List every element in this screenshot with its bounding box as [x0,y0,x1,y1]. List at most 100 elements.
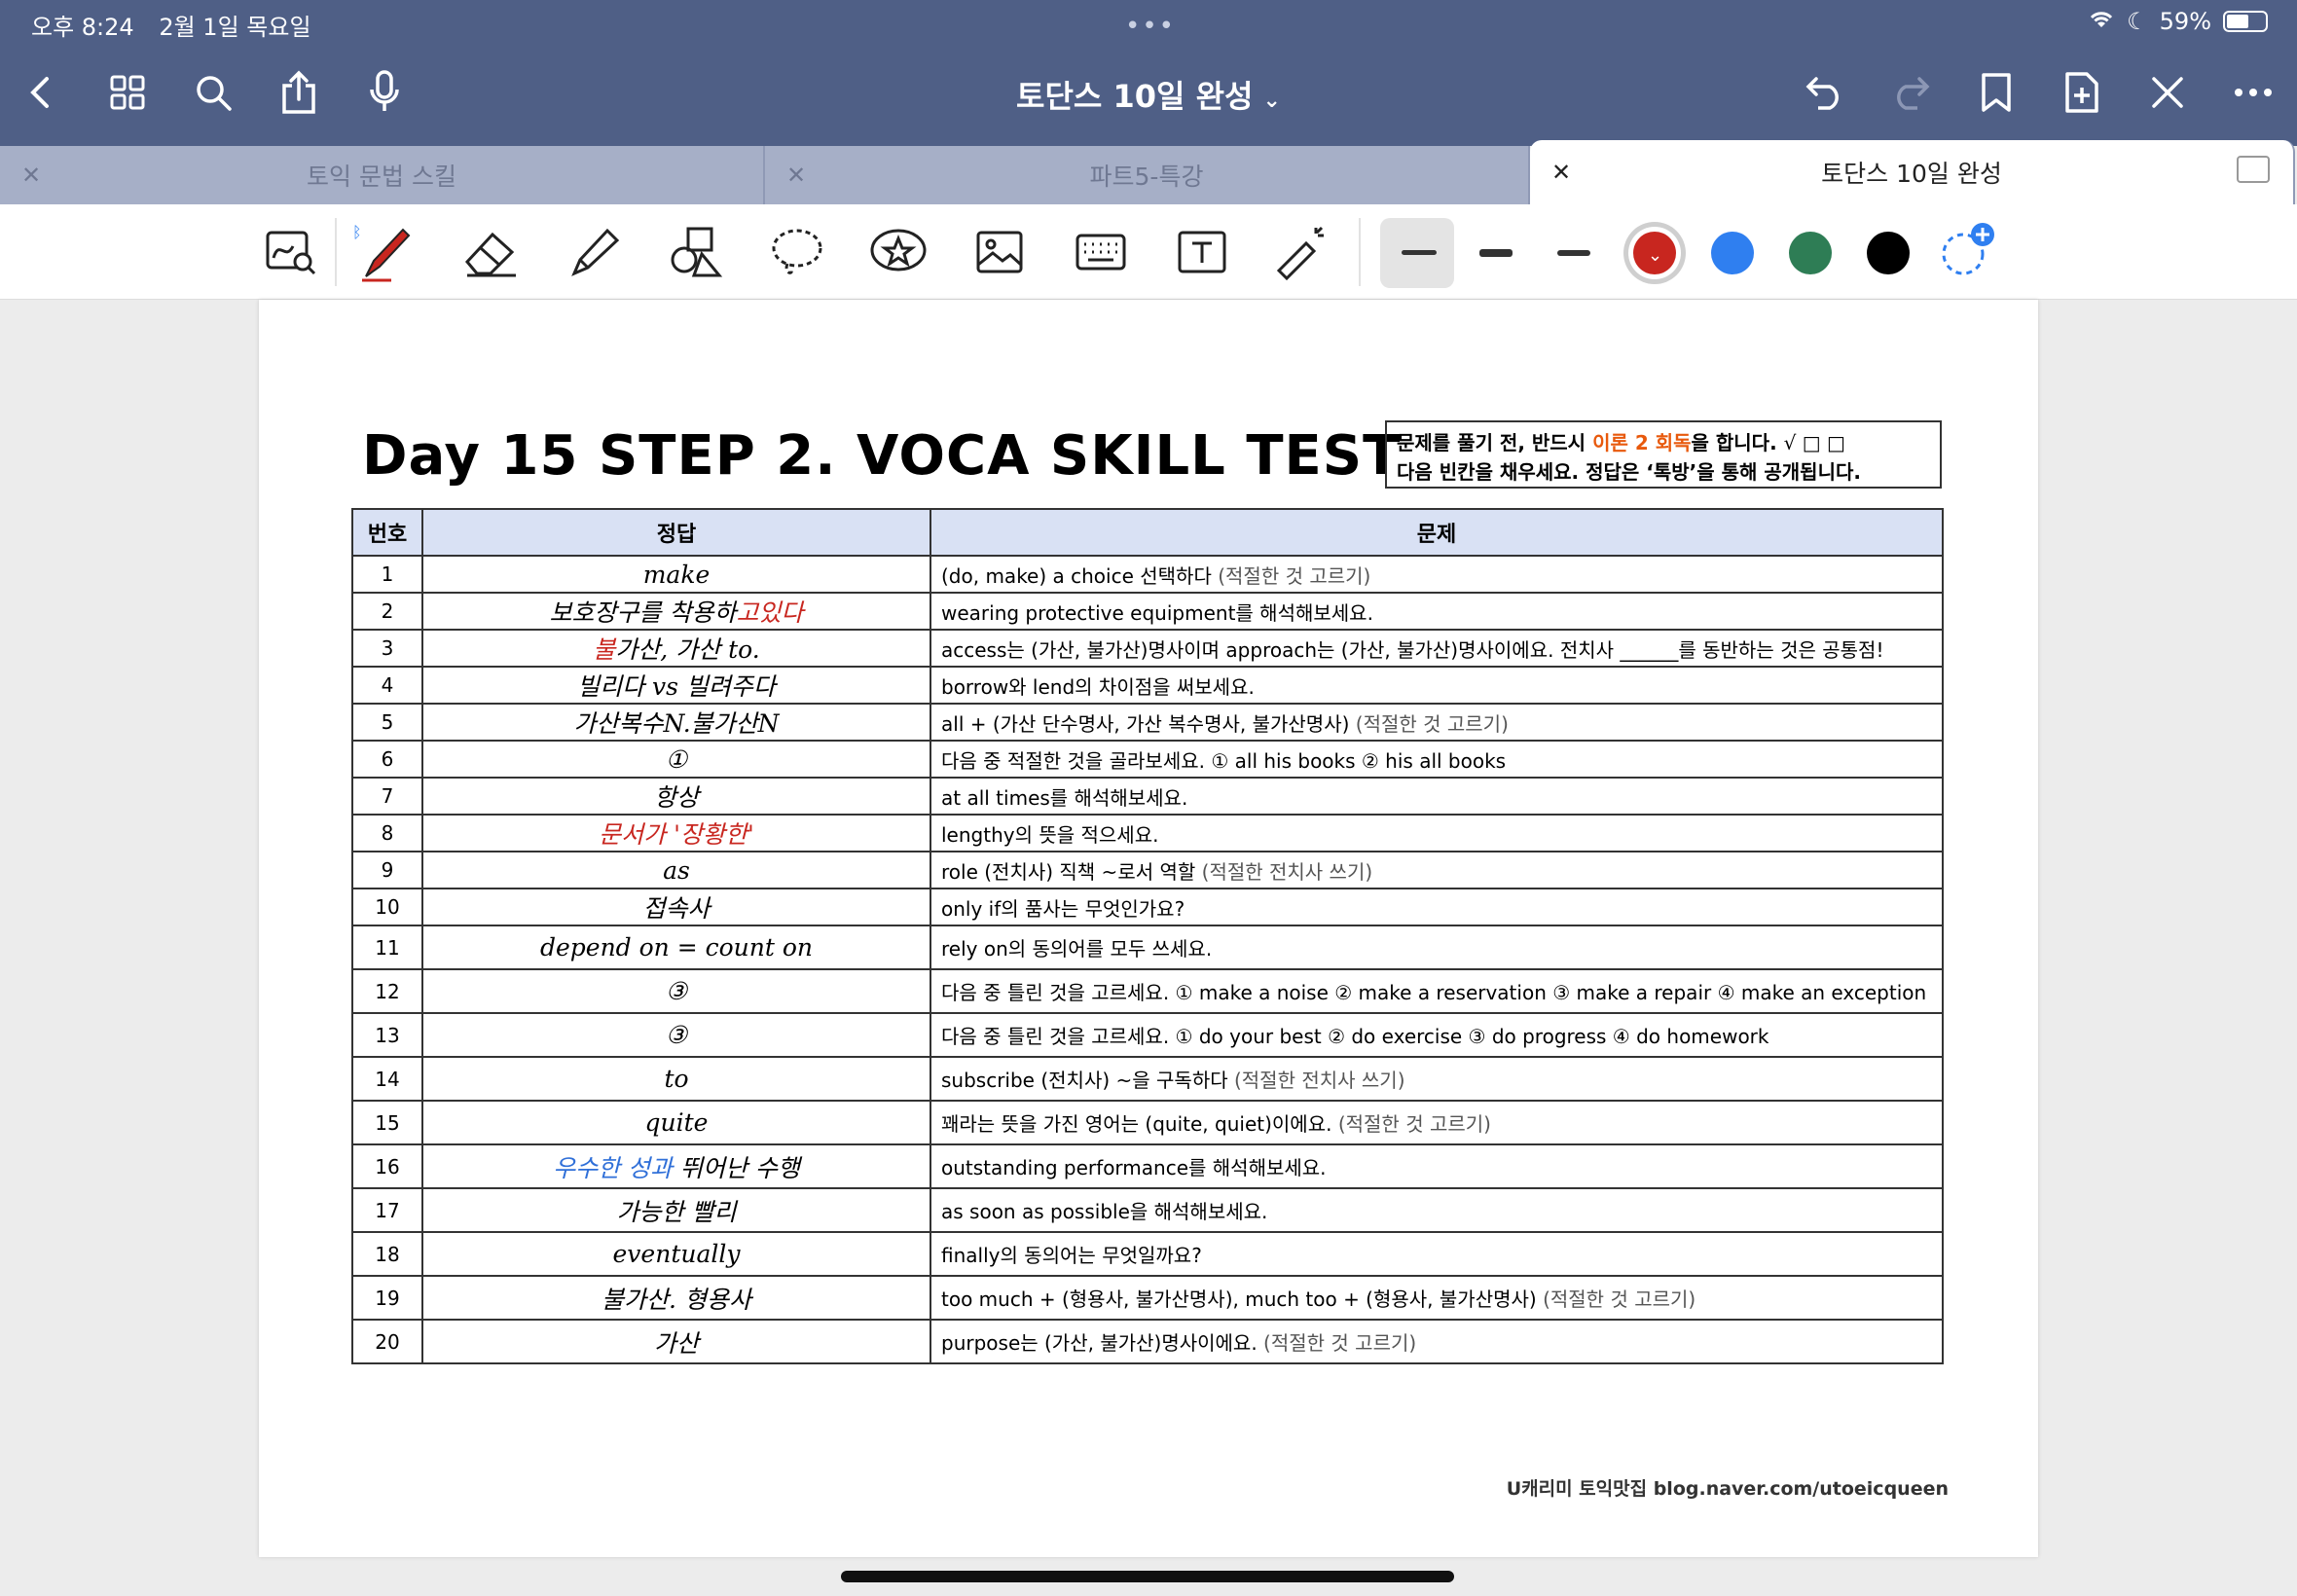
tab-toeic-grammar[interactable]: ✕ 토익 문법 스킬 [0,146,765,204]
zoom-window-icon[interactable] [261,222,321,282]
text-box-icon[interactable] [1172,222,1232,282]
stroke-size-medium[interactable] [1479,249,1513,257]
color-black[interactable] [1867,232,1910,274]
highlighter-icon[interactable] [565,222,625,282]
handwritten-answer: 항상 [421,777,931,816]
question-text: borrow와 lend의 차이점을 써보세요. [941,674,1255,699]
handwritten-answer: 가산 [421,1319,931,1364]
table-row: 10 접속사 only if의 품사는 무엇인가요? [351,888,1944,926]
table-row: 18 eventually finally의 동의어는 무엇일까요? [351,1231,1944,1277]
table-row: 12 ③ 다음 중 틀린 것을 고르세요. ① make a noise ② mak… [351,968,1944,1014]
undo-icon[interactable] [1799,66,1851,119]
row-number: 19 [351,1275,423,1321]
answer-black-ink: make [642,560,711,589]
row-number: 9 [351,851,423,889]
answer-black-ink: quite [644,1108,709,1137]
question-cell: wearing protective equipment를 해석해보세요. [930,592,1944,631]
color-green[interactable] [1789,232,1832,274]
answer-red-ink: 불 [593,635,616,664]
add-page-icon[interactable] [2056,66,2108,119]
eraser-icon[interactable] [461,222,522,282]
notebook-page[interactable]: Day 15 STEP 2. VOCA SKILL TEST 문제를 풀기 전,… [259,300,2038,1557]
lasso-icon[interactable] [767,222,827,282]
question-text: at all times를 해석해보세요. [941,785,1188,810]
document-title[interactable]: 토단스 10일 완성 ⌄ [0,72,2297,117]
table-row: 9 as role (전치사) 직책 ~로서 역할 (적절한 전치사 쓰기) [351,851,1944,889]
answer-black-ink: ① [665,744,688,774]
notice-box: 문제를 풀기 전, 반드시 이론 2 회독을 합니다. √ □ □ 다음 빈칸을… [1385,420,1942,489]
question-hint: (적절한 것 고르기) [1337,1112,1491,1136]
answer-black-ink: eventually [612,1240,741,1268]
question-cell: role (전치사) 직책 ~로서 역할 (적절한 전치사 쓰기) [930,851,1944,889]
table-row: 1 make (do, make) a choice 선택하다 (적절한 것 고르기… [351,555,1944,594]
tab-label: 파트5-특강 [1089,163,1204,191]
stroke-size-thick[interactable] [1557,250,1590,256]
home-indicator[interactable] [841,1571,1454,1582]
handwritten-answer: as [421,851,931,889]
table-header-row: 번호 정답 문제 [351,508,1944,557]
sticker-icon[interactable] [868,222,929,282]
handwritten-answer: eventually [421,1231,931,1277]
table-row: 15 quite 꽤라는 뜻을 가진 영어는 (quite, quiet)이에요. … [351,1100,1944,1145]
question-text: 꽤라는 뜻을 가진 영어는 (quite, quiet)이에요. [941,1112,1332,1136]
row-number: 12 [351,968,423,1014]
question-hint: (적절한 것 고르기) [1355,711,1509,736]
tab-todans[interactable]: ✕ 토단스 10일 완성 [1530,140,2295,204]
color-blue[interactable] [1711,232,1754,274]
pen-tool-icon[interactable]: ᛒ [352,222,413,282]
table-row: 13 ③ 다음 중 틀린 것을 고르세요. ① do your best ② do … [351,1012,1944,1058]
header-question: 문제 [930,508,1944,557]
keyboard-icon[interactable] [1071,222,1131,282]
close-tab-icon[interactable]: ✕ [786,162,806,189]
header-answer: 정답 [421,508,931,557]
drawing-toolbar: ᛒ ⌄ [0,204,2297,300]
header-num: 번호 [351,508,423,557]
notice-text: 문제를 풀기 전, 반드시 [1397,431,1593,454]
more-icon[interactable] [2227,66,2279,119]
row-number: 6 [351,740,423,779]
close-tab-icon[interactable]: ✕ [1551,159,1571,186]
status-bar-right: ☾ 59% [2088,8,2268,35]
question-cell: 다음 중 틀린 것을 고르세요. ① make a noise ② make a… [930,968,1944,1014]
question-cell: only if의 품사는 무엇인가요? [930,888,1944,926]
row-number: 17 [351,1187,423,1233]
status-date: 2월 1일 목요일 [159,14,311,41]
multitask-dots[interactable]: ••• [1125,12,1176,41]
question-text: only if의 품사는 무엇인가요? [941,896,1185,921]
handwritten-answer: 문서가 '장황한' [421,814,931,852]
close-tab-icon[interactable]: ✕ [21,162,41,189]
answer-black-ink: 가산, 가산 to. [615,635,760,664]
question-hint: (적절한 것 고르기) [1218,563,1371,588]
split-view-icon[interactable] [2237,156,2270,183]
table-row: 4 빌리다 vs 빌려주다 borrow와 lend의 차이점을 써보세요. [351,666,1944,705]
question-text: subscribe (전치사) ~을 구독하다 [941,1069,1228,1092]
image-icon[interactable] [969,222,1030,282]
question-cell: outstanding performance를 해석해보세요. [930,1143,1944,1189]
question-text: access는 (가산, 불가산)명사이며 approach는 (가산, 불가산… [941,637,1884,662]
page-title: Day 15 STEP 2. VOCA SKILL TEST [362,424,1402,488]
shapes-icon[interactable] [666,222,726,282]
redo-icon[interactable] [1884,66,1937,119]
handwritten-answer: 빌리다 vs 빌려주다 [421,666,931,705]
row-number: 16 [351,1143,423,1189]
question-cell: 다음 중 틀린 것을 고르세요. ① do your best ② do exe… [930,1012,1944,1058]
answer-black-ink: 빌리다 vs 빌려주다 [577,672,776,701]
bookmark-icon[interactable] [1970,66,2023,119]
tab-label: 토단스 10일 완성 [1821,160,2002,188]
row-number: 4 [351,666,423,705]
pen-toggle-icon[interactable] [2141,66,2194,119]
laser-pointer-icon[interactable] [1271,222,1331,282]
quiz-table: 번호 정답 문제 1 make (do, make) a choice 선택하다 (… [351,508,1944,1364]
handwritten-answer: 보호장구를 착용하고있다 [421,592,931,631]
tab-part5[interactable]: ✕ 파트5-특강 [765,146,1530,204]
color-red[interactable]: ⌄ [1633,232,1676,274]
stroke-size-thin[interactable] [1402,250,1437,255]
answer-black-ink: 가능한 빨리 [616,1197,737,1226]
table-row: 20 가산 purpose는 (가산, 불가산)명사이에요. (적절한 것 고르기) [351,1319,1944,1364]
add-color-icon[interactable] [1937,220,1997,280]
handwritten-answer: to [421,1056,931,1102]
row-number: 13 [351,1012,423,1058]
question-cell: access는 (가산, 불가산)명사이며 approach는 (가산, 불가산… [930,629,1944,668]
document-tabs: ✕ 토익 문법 스킬 ✕ 파트5-특강 ✕ 토단스 10일 완성 [0,140,2297,204]
question-cell: borrow와 lend의 차이점을 써보세요. [930,666,1944,705]
